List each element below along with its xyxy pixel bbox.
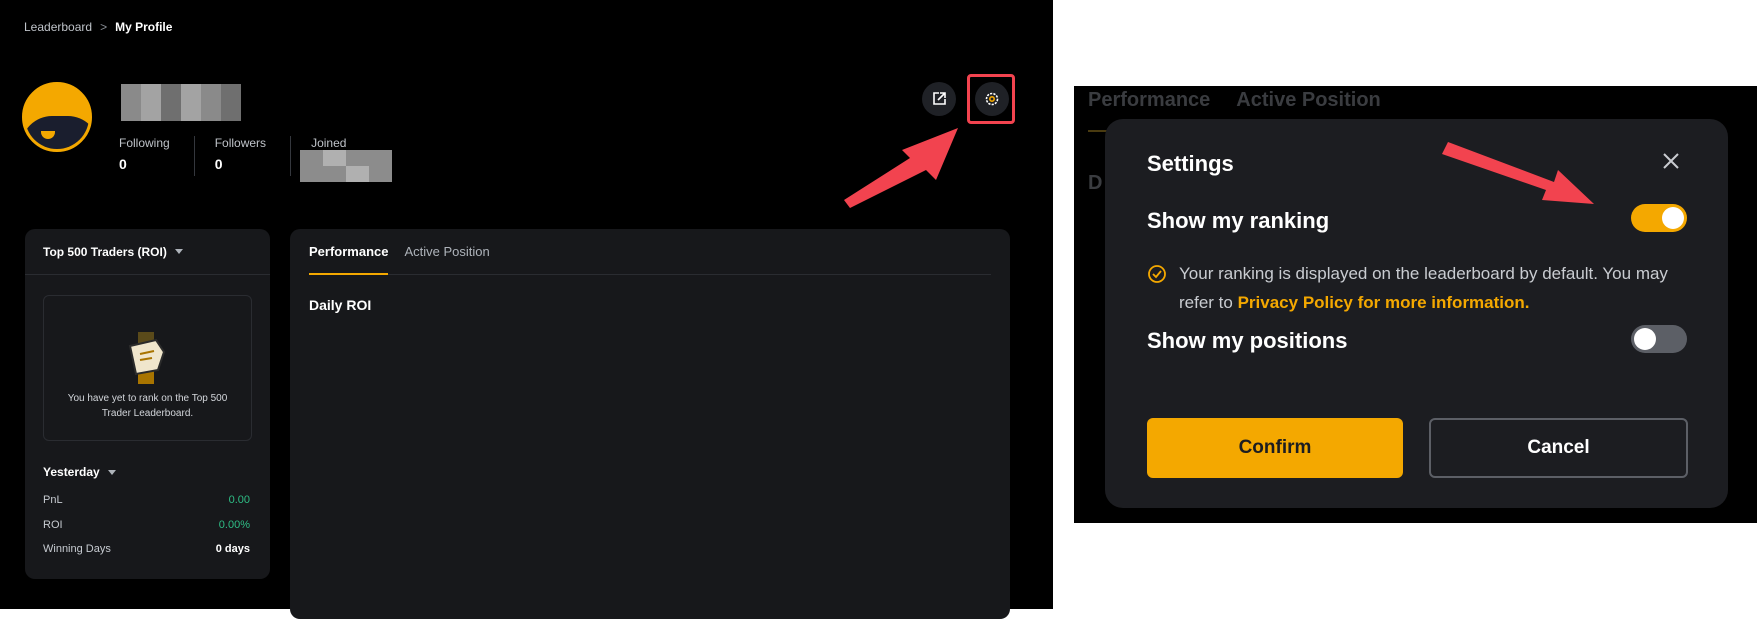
stat-label: Followers [214,136,267,150]
caret-down-icon [107,469,116,475]
ranking-dropdown-label: Top 500 Traders (ROI) [43,244,167,259]
settings-screenshot: Performance Active Position D Settings S… [1074,86,1757,523]
empty-document-icon [128,332,166,384]
period-label: Yesterday [43,465,100,479]
metric-label: PnL [43,494,63,506]
stat-value: 0 [214,156,223,172]
caret-down-icon [174,249,183,254]
tab-performance[interactable]: Performance [309,229,389,275]
ranking-panel: Top 500 Traders (ROI) You have yet to ra… [25,229,270,579]
joined-date-redacted [300,150,392,182]
empty-state: You have yet to rank on the Top 500 Trad… [43,295,252,441]
profile-screenshot: Leaderboard > My Profile Following 0 Fol… [0,0,1053,619]
metric-label: ROI [43,519,63,531]
performance-panel: Performance Active Position Daily ROI [290,229,1010,619]
stat-following: Following 0 [119,136,195,176]
avatar [22,82,92,152]
stat-label: Joined [311,136,347,150]
metric-winning-days: Winning Days 0 days [43,543,250,555]
breadcrumb-current: My Profile [115,20,173,34]
metric-pnl: PnL 0.00 [43,494,250,506]
stat-followers: Followers 0 [214,136,292,176]
share-icon [933,92,946,105]
metric-value: 0.00 [228,494,250,506]
breadcrumb-leaderboard-link[interactable]: Leaderboard [24,20,92,34]
metric-label: Winning Days [43,543,111,555]
tab-active-position[interactable]: Active Position [404,229,489,274]
ranking-dropdown[interactable]: Top 500 Traders (ROI) [25,229,270,275]
metric-roi: ROI 0.00% [43,519,250,531]
metric-value: 0.00% [218,519,250,531]
stat-label: Following [119,136,170,150]
stat-value: 0 [119,156,127,172]
avatar-hair [25,116,89,149]
breadcrumb-separator: > [100,20,108,34]
metric-value: 0 days [215,543,250,555]
performance-tabs: Performance Active Position [309,229,991,275]
breadcrumb: Leaderboard > My Profile [24,20,172,34]
annotation-arrow-right [1442,142,1594,204]
period-dropdown[interactable]: Yesterday [43,465,116,479]
daily-roi-title: Daily ROI [309,297,372,313]
settings-highlight-box [967,74,1015,124]
share-button[interactable] [922,82,956,116]
annotation-arrow-left [844,128,958,208]
empty-state-text: You have yet to rank on the Top 500 Trad… [67,393,228,419]
username-redacted [121,84,241,121]
